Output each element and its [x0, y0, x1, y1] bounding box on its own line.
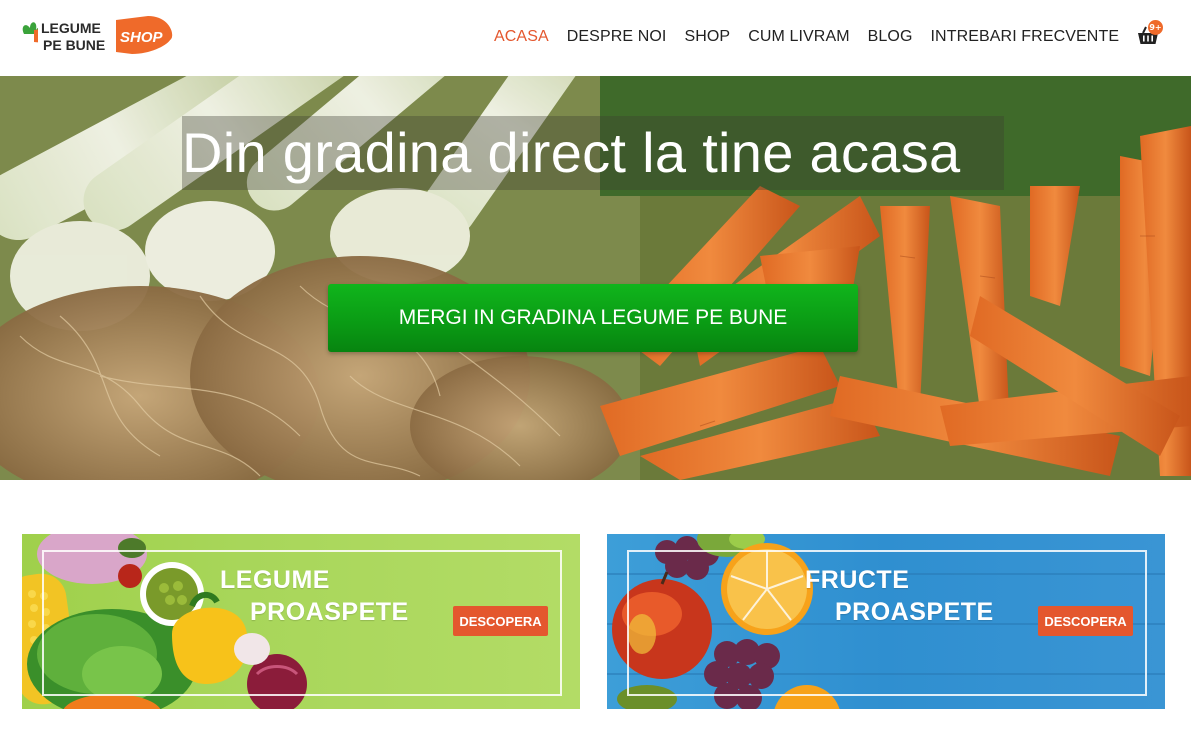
nav-item-shop[interactable]: SHOP [684, 28, 730, 46]
banner-fructe-discover-button[interactable]: DESCOPERA [1038, 606, 1133, 636]
logo-line2: PE BUNE [43, 37, 105, 53]
hero-section: Din gradina direct la tine acasa MERGI I… [0, 76, 1191, 480]
hero-cta-button[interactable]: MERGI IN GRADINA LEGUME PE BUNE [328, 284, 858, 352]
banner-fructe-proaspete[interactable]: FRUCTE PROASPETE DESCOPERA [607, 534, 1165, 709]
nav-item-blog[interactable]: BLOG [868, 28, 913, 46]
nav-item-intrebari-frecvente[interactable]: INTREBARI FRECVENTE [931, 28, 1120, 46]
nav-item-cum-livram[interactable]: CUM LIVRAM [748, 28, 849, 46]
site-header: LEGUME PE BUNE SHOP ACASA DESPRE NOI SHO… [0, 0, 1191, 76]
banner-fructe-title-line1: FRUCTE [805, 566, 910, 594]
hero-title: Din gradina direct la tine acasa [182, 121, 961, 184]
logo-line1: LEGUME [41, 20, 101, 36]
logo-shop: SHOP [120, 29, 164, 46]
nav-item-despre-noi[interactable]: DESPRE NOI [567, 28, 667, 46]
banner-legume-title-line2: PROASPETE [250, 598, 409, 626]
carrot-logo-icon: LEGUME PE BUNE SHOP [22, 16, 173, 54]
site-logo[interactable]: LEGUME PE BUNE SHOP [20, 12, 174, 60]
main-nav: ACASA DESPRE NOI SHOP CUM LIVRAM BLOG IN… [494, 24, 1137, 50]
banner-legume-title-line1: LEGUME [220, 566, 330, 594]
banner-legume-discover-button[interactable]: DESCOPERA [453, 606, 548, 636]
cart-count-badge: 9+ [1148, 20, 1163, 35]
nav-item-acasa[interactable]: ACASA [494, 28, 549, 46]
banner-legume-proaspete[interactable]: LEGUME PROASPETE DESCOPERA [22, 534, 580, 709]
banner-fructe-title-line2: PROASPETE [835, 598, 994, 626]
